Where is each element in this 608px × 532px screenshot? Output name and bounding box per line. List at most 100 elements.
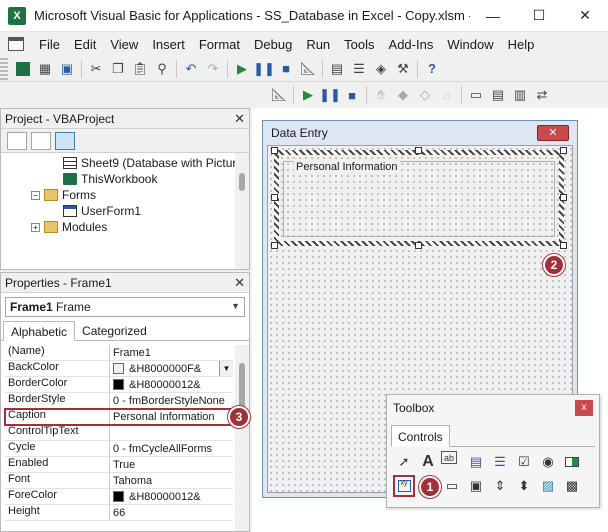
tab-controls[interactable]: Controls	[391, 425, 450, 447]
menu-window[interactable]: Window	[440, 37, 500, 52]
redo-icon[interactable]: ↷	[202, 58, 224, 80]
resize-handle[interactable]	[271, 147, 278, 154]
checkbox-icon[interactable]: ☑	[513, 451, 535, 473]
toggle-button-icon[interactable]	[561, 451, 583, 473]
project-scrollbar[interactable]	[235, 153, 249, 269]
property-row-cycle[interactable]: Cycle 0 - fmCycleAllForms	[5, 441, 233, 457]
paste-icon[interactable]: 📋︎	[129, 58, 151, 80]
design-mode-icon-2[interactable]: 📐︎	[268, 84, 290, 106]
property-row-bordercolor[interactable]: BorderColor &H80000012&	[5, 377, 233, 393]
option-button-icon[interactable]: ◉	[537, 451, 559, 473]
locals-window-icon[interactable]: ▤	[487, 84, 509, 106]
tree-item-thisworkbook[interactable]: ThisWorkbook	[1, 171, 249, 187]
toolbar-grip[interactable]	[0, 57, 8, 80]
minimize-button[interactable]: —	[470, 0, 516, 32]
properties-close-icon[interactable]: ✕	[234, 275, 245, 291]
property-row-caption[interactable]: Caption Personal Information	[4, 408, 234, 426]
toggle-bookmark-icon[interactable]: ◆	[392, 84, 414, 106]
menu-debug[interactable]: Debug	[247, 37, 299, 52]
tree-item-sheet9[interactable]: Sheet9 (Database with Picture	[1, 153, 249, 171]
help-icon[interactable]: ?	[421, 58, 443, 80]
tree-item-forms[interactable]: − Forms	[1, 187, 249, 203]
multipage-icon[interactable]: ▣	[465, 475, 487, 497]
properties-window-icon[interactable]: ☰	[348, 58, 370, 80]
next-bookmark-icon[interactable]: ◇	[414, 84, 436, 106]
userform-close-icon[interactable]: ✕	[537, 125, 569, 141]
cut-icon[interactable]: ✂	[85, 58, 107, 80]
resize-handle[interactable]	[560, 194, 567, 201]
object-selector[interactable]: Frame1 Frame ▼	[5, 297, 245, 317]
resize-handle[interactable]	[415, 147, 422, 154]
property-row-enabled[interactable]: Enabled True	[5, 457, 233, 473]
property-row-backcolor[interactable]: BackColor &H8000000F& ▼	[5, 361, 233, 377]
properties-scrollbar[interactable]	[235, 345, 249, 531]
menu-tools[interactable]: Tools	[337, 37, 381, 52]
view-excel-icon[interactable]	[12, 58, 34, 80]
save-icon[interactable]: ▣	[56, 58, 78, 80]
spinbutton-icon[interactable]: ⬍	[513, 475, 535, 497]
collapse-icon[interactable]: −	[31, 190, 40, 200]
property-row-borderstyle[interactable]: BorderStyle 0 - fmBorderStyleNone	[5, 393, 233, 409]
tree-item-modules[interactable]: + Modules	[1, 219, 249, 235]
reset-icon[interactable]: ■	[275, 58, 297, 80]
menu-file[interactable]: File	[32, 37, 67, 52]
undo-icon[interactable]: ↶	[180, 58, 202, 80]
property-row-forecolor[interactable]: ForeColor &H80000012&	[5, 489, 233, 505]
select-objects-icon[interactable]: ➚	[393, 451, 415, 473]
menu-edit[interactable]: Edit	[67, 37, 103, 52]
chevron-down-icon[interactable]: ▼	[231, 301, 240, 311]
expand-icon[interactable]: +	[31, 222, 40, 232]
object-browser-icon[interactable]: ◈	[370, 58, 392, 80]
vba-window-icon[interactable]	[8, 37, 24, 51]
restore-button[interactable]: ☐	[516, 0, 562, 32]
hand-icon[interactable]: ✋︎	[370, 84, 392, 106]
run-icon[interactable]: ▶	[231, 58, 253, 80]
menu-add-ins[interactable]: Add-Ins	[382, 37, 441, 52]
scrollbar-icon[interactable]: ⇕	[489, 475, 511, 497]
close-button[interactable]: ✕	[562, 0, 608, 32]
tree-item-userform1[interactable]: UserForm1	[1, 203, 249, 219]
run-icon-2[interactable]: ▶	[297, 84, 319, 106]
textbox-icon[interactable]: ab	[441, 451, 457, 464]
scroll-thumb[interactable]	[239, 173, 245, 191]
menu-format[interactable]: Format	[192, 37, 247, 52]
immediate-window-icon[interactable]: ▭	[465, 84, 487, 106]
combobox-icon[interactable]: ▤	[465, 451, 487, 473]
break-icon[interactable]: ❚❚	[253, 58, 275, 80]
tab-alphabetic[interactable]: Alphabetic	[3, 321, 76, 341]
design-mode-icon[interactable]: 📐︎	[297, 58, 319, 80]
frame-selection[interactable]: Personal Information	[271, 147, 567, 249]
tabstrip-icon[interactable]: ▭	[441, 475, 463, 497]
copy-icon[interactable]: ❐	[107, 58, 129, 80]
menu-insert[interactable]: Insert	[145, 37, 192, 52]
toolbox-icon[interactable]: ⚒	[392, 58, 414, 80]
menu-run[interactable]: Run	[299, 37, 337, 52]
call-stack-icon[interactable]: ⇄	[531, 84, 553, 106]
listbox-icon[interactable]: ☰	[489, 451, 511, 473]
frame-icon[interactable]: xy	[393, 475, 415, 497]
resize-handle[interactable]	[560, 147, 567, 154]
tab-categorized[interactable]: Categorized	[75, 321, 154, 340]
resize-handle[interactable]	[271, 194, 278, 201]
resize-handle[interactable]	[415, 242, 422, 249]
property-row-name[interactable]: (Name) Frame1	[5, 345, 233, 361]
break-icon-2[interactable]: ❚❚	[319, 84, 341, 106]
property-row-controltiptext[interactable]: ControlTipText	[5, 425, 233, 441]
dropdown-arrow-icon[interactable]: ▼	[219, 361, 233, 376]
project-explorer-icon[interactable]: ▤	[326, 58, 348, 80]
toolbox-close-icon[interactable]: x	[575, 400, 593, 416]
resize-handle[interactable]	[271, 242, 278, 249]
resize-handle[interactable]	[560, 242, 567, 249]
property-row-font[interactable]: Font Tahoma	[5, 473, 233, 489]
watch-window-icon[interactable]: ▥	[509, 84, 531, 106]
frame1[interactable]: Personal Information	[283, 161, 555, 237]
menu-help[interactable]: Help	[501, 37, 542, 52]
project-close-icon[interactable]: ✕	[234, 111, 245, 127]
image-icon[interactable]: ▨	[537, 475, 559, 497]
clear-bookmarks-icon[interactable]: ◌	[436, 84, 458, 106]
reset-icon-2[interactable]: ■	[341, 84, 363, 106]
refedit-icon[interactable]: ▩	[561, 475, 583, 497]
view-object-icon[interactable]	[31, 131, 51, 150]
label-icon[interactable]: A	[417, 451, 439, 473]
insert-userform-icon[interactable]: ▦	[34, 58, 56, 80]
